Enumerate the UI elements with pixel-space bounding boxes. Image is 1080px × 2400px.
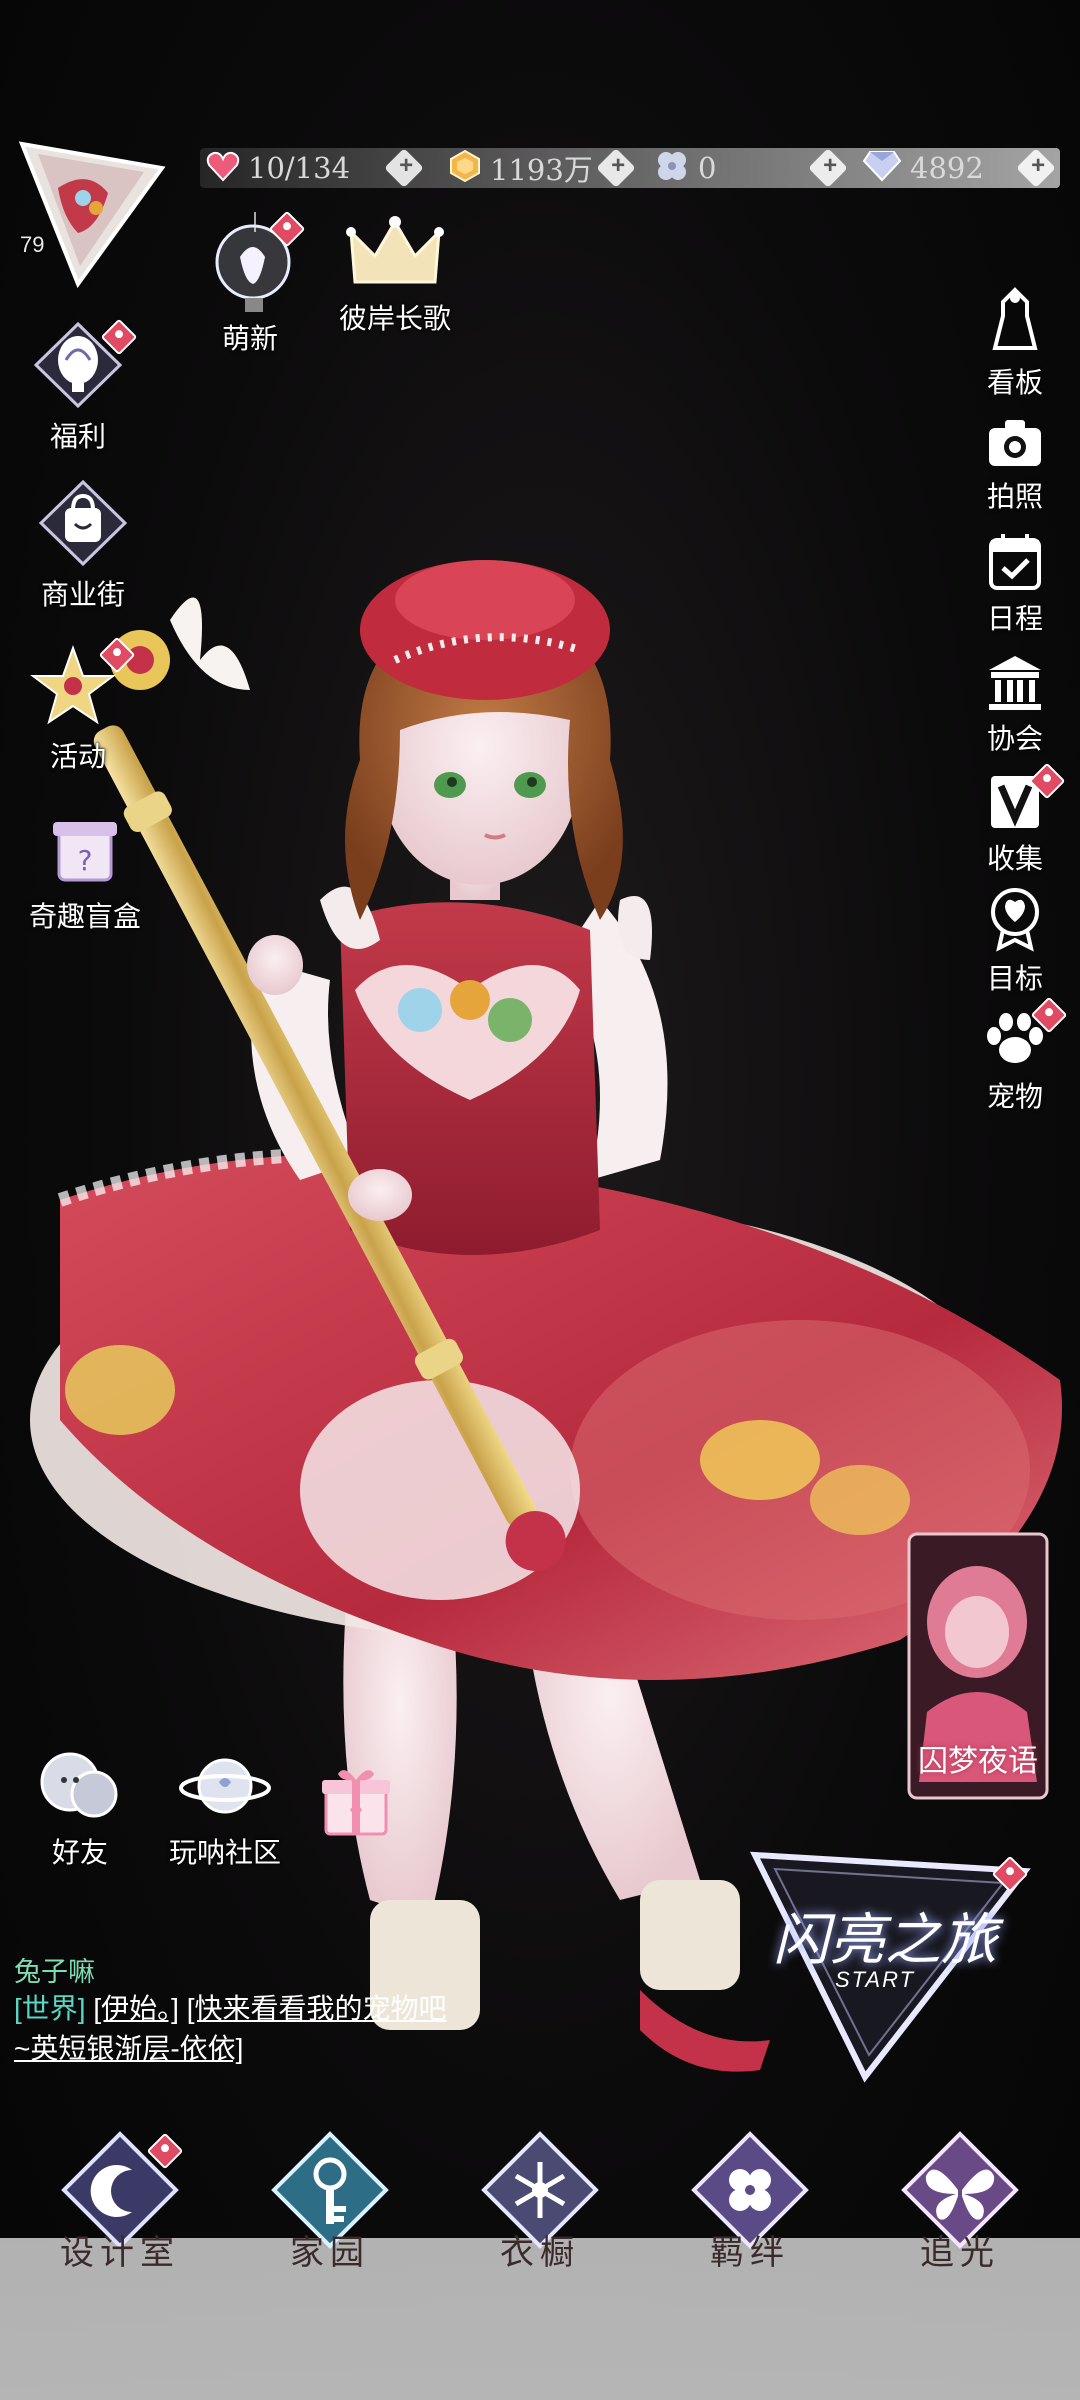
building-icon [989, 656, 1041, 710]
nav-wardrobe[interactable]: 衣橱 [470, 2130, 610, 2273]
chat-channel-tag: [世界] [14, 1993, 86, 2024]
nav-bond-label: 羁绊 [710, 2233, 790, 2273]
planet-icon [179, 1758, 271, 1814]
photo-label: 拍照 [986, 481, 1043, 512]
community-label: 玩呐社区 [168, 1837, 281, 1868]
medal-icon [991, 888, 1039, 952]
board-label: 看板 [986, 367, 1043, 398]
friends-button[interactable]: 好友 [20, 1746, 140, 1871]
guild-button[interactable]: 协会 [970, 652, 1060, 757]
activity-button[interactable]: 活动 [18, 636, 138, 775]
add-gold-button[interactable] [596, 148, 636, 188]
welfare-label: 福利 [49, 421, 106, 452]
collect-label: 收集 [986, 843, 1043, 874]
calendar-icon [989, 534, 1041, 590]
stamina-counter: 10/134 [206, 148, 350, 188]
start-title: 闪亮之旅 [773, 1908, 997, 1973]
community-button[interactable]: 玩呐社区 [150, 1746, 300, 1871]
nav-design-room[interactable]: 设计室 [50, 2130, 190, 2273]
crown-icon [346, 216, 444, 284]
biancha-label: 彼岸长歌 [338, 303, 451, 334]
gold-counter: 1193万 [448, 148, 593, 188]
mengxin-event-button[interactable]: 萌新 [190, 210, 310, 357]
nav-home[interactable]: 家园 [260, 2130, 400, 2273]
stamina-value: 10/134 [248, 151, 351, 185]
nav-home-label: 家园 [290, 2233, 370, 2273]
chat-sender-name: 兔子嘛 [14, 1957, 95, 1987]
blind-box-label: 奇趣盲盒 [28, 901, 141, 932]
diamond-value: 4892 [910, 151, 984, 185]
biancha-event-button[interactable]: 彼岸长歌 [320, 212, 470, 337]
world-chat-panel[interactable]: 兔子嘛 [世界] [伊始。] [快来看看我的宠物吧~英短银渐层-依依] [14, 1950, 454, 2069]
nav-chase-light-label: 追光 [920, 2233, 1000, 2273]
resource-bar: 10/134 1193万 0 4892 [200, 148, 1060, 188]
nav-wardrobe-label: 衣橱 [500, 2233, 580, 2273]
add-clover-button[interactable] [808, 148, 848, 188]
clover-icon [654, 148, 690, 189]
friends-label: 好友 [51, 1837, 108, 1868]
add-stamina-button[interactable] [384, 148, 424, 188]
start-subtitle: START [834, 1967, 916, 1992]
gift-button[interactable] [316, 1760, 396, 1845]
nav-bond[interactable]: 羁绊 [680, 2130, 820, 2273]
welfare-button[interactable]: 福利 [18, 318, 138, 455]
shopping-bag-icon [38, 479, 128, 567]
gold-coin-icon [448, 149, 482, 188]
add-diamond-button[interactable] [1016, 148, 1056, 188]
pet-label: 宠物 [986, 1081, 1043, 1112]
goal-label: 目标 [986, 963, 1043, 994]
chat-bubbles-icon [40, 1752, 118, 1818]
heart-icon [206, 150, 240, 187]
mengxin-label: 萌新 [221, 323, 278, 354]
event-banner-card[interactable]: 囚梦夜语 [907, 1532, 1049, 1800]
event-card-title: 囚梦夜语 [918, 1744, 1038, 1779]
mystery-box-icon: ? [53, 822, 117, 882]
clover-value: 0 [698, 151, 717, 185]
player-avatar[interactable]: 79 [18, 138, 166, 289]
clover-counter: 0 [654, 148, 716, 188]
shopping-street-button[interactable]: 商业街 [18, 478, 148, 613]
goal-button[interactable]: 目标 [970, 886, 1060, 997]
board-button[interactable]: 看板 [970, 286, 1060, 401]
dress-form-icon [992, 287, 1038, 350]
camera-icon [989, 420, 1041, 466]
collect-button[interactable]: 收集 [970, 762, 1066, 877]
pet-button[interactable]: 宠物 [970, 996, 1068, 1115]
chat-message: [世界] [伊始。] [快来看看我的宠物吧~英短银渐层-依依] [14, 1989, 454, 2069]
blind-box-button[interactable]: ? 奇趣盲盒 [10, 800, 160, 935]
activity-label: 活动 [49, 741, 106, 772]
nav-design-label: 设计室 [60, 2233, 180, 2273]
chat-user-link[interactable]: [伊始。] [93, 1993, 179, 2024]
gold-value: 1193万 [490, 153, 593, 187]
schedule-button[interactable]: 日程 [970, 530, 1060, 637]
guild-label: 协会 [986, 723, 1043, 754]
diamond-counter: 4892 [862, 148, 984, 188]
nav-chase-light[interactable]: 追光 [890, 2130, 1030, 2273]
schedule-label: 日程 [986, 603, 1043, 634]
shopping-street-label: 商业街 [40, 579, 125, 610]
svg-text:?: ? [78, 844, 93, 877]
photo-button[interactable]: 拍照 [970, 414, 1060, 515]
diamond-icon [862, 150, 902, 187]
player-level: 79 [20, 232, 45, 257]
start-journey-button[interactable]: 闪亮之旅 START [735, 1845, 1035, 2085]
gift-box-icon [322, 1770, 390, 1836]
